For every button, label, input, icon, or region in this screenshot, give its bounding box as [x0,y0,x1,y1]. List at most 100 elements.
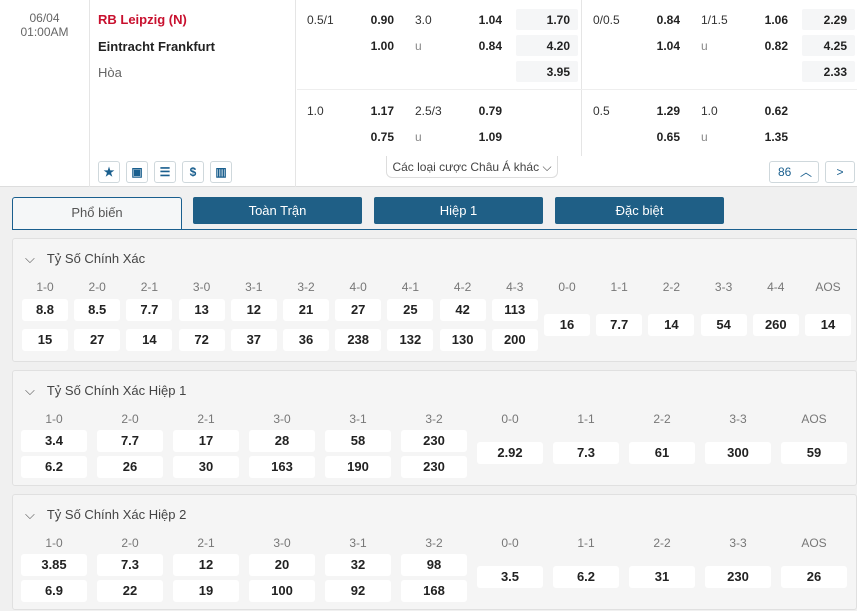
odds-cell[interactable]: 0/0.5 0.84 [585,9,688,30]
odds-cell[interactable]: 1/1.5 1.06 [693,9,796,30]
odds-cell[interactable]: 1.0 0.62 [693,100,796,121]
odds-cell[interactable]: 200 [491,329,538,351]
odds-cell[interactable]: 6.9 [21,580,87,602]
odds-cell[interactable]: 2.5/3 0.79 [407,100,510,121]
odds-cell[interactable]: 3.0 1.04 [407,9,510,30]
tab-first-half[interactable]: Hiệp 1 [374,197,543,224]
lineup-icon[interactable]: ☰ [154,161,176,183]
odds-cell[interactable]: 3.85 [21,554,87,576]
odds-cell[interactable]: u 1.35 [693,126,796,147]
odds-cell[interactable]: 0.65 [585,126,688,147]
odds-cell[interactable]: 13 [178,299,225,321]
home-team[interactable]: RB Leipzig (N) [98,12,187,27]
odds-cell[interactable]: 7.3 [553,442,619,464]
odds-cell[interactable]: 14 [648,314,695,336]
odds-cell[interactable]: 30 [173,456,239,478]
odds-cell[interactable]: 4.20 [516,35,578,56]
tab-popular[interactable]: Phổ biến [12,197,182,230]
odds-cell[interactable]: 3.4 [21,430,87,452]
odds-cell[interactable]: 190 [325,456,391,478]
odds-cell[interactable]: 98 [401,554,467,576]
stats-icon[interactable]: ▥ [210,161,232,183]
away-team[interactable]: Eintracht Frankfurt [98,39,215,54]
odds-cell[interactable]: 7.7 [596,314,643,336]
odds-cell[interactable]: 27 [74,329,121,351]
section-title[interactable]: ⌵ Tỷ Số Chính Xác Hiệp 2 [25,507,186,523]
odds-cell[interactable]: 31 [629,566,695,588]
odds-cell[interactable]: 12 [173,554,239,576]
odds-cell[interactable]: 2.92 [477,442,543,464]
section-title[interactable]: ⌵ Tỷ Số Chính Xác [25,251,145,267]
odds-cell[interactable]: 0.5/1 0.90 [299,9,402,30]
odds-cell[interactable]: 21 [283,299,329,321]
odds-cell[interactable]: 8.8 [22,299,68,321]
odds-cell[interactable]: 0.75 [299,126,402,147]
odds-cell[interactable]: 32 [325,554,391,576]
odds-cell[interactable]: 72 [178,329,225,351]
odds-cell[interactable]: 238 [335,329,382,351]
odds-cell[interactable]: 1.0 1.17 [299,100,402,121]
odds-cell[interactable]: 130 [439,329,486,351]
odds-cell[interactable]: 1.70 [516,9,578,30]
odds-cell[interactable]: 100 [249,580,315,602]
match-tools: ★ ▣ ☰ $ ▥ [98,161,232,183]
odds-cell[interactable]: 7.3 [97,554,163,576]
odds-cell[interactable]: 2.33 [802,61,855,82]
odds-cell[interactable]: 17 [173,430,239,452]
odds-cell[interactable]: 61 [629,442,695,464]
odds-cell[interactable]: 113 [491,299,538,321]
odds-cell[interactable]: 132 [387,329,434,351]
odds-cell[interactable]: 54 [700,314,747,336]
odds-cell[interactable]: 59 [781,442,847,464]
chevron-right-icon[interactable]: > [825,161,855,183]
odds-cell[interactable]: 7.7 [126,299,173,321]
odds-cell[interactable]: 26 [781,566,847,588]
odds-cell[interactable]: 15 [22,329,68,351]
odds-cell[interactable]: 3.95 [516,61,578,82]
odds-cell[interactable]: 0.5 1.29 [585,100,688,121]
stadium-icon[interactable]: ▣ [126,161,148,183]
odds-cell[interactable]: 1.04 [585,35,688,56]
odds-cell[interactable]: 163 [249,456,315,478]
odds-cell[interactable]: 260 [752,314,799,336]
tab-full-match[interactable]: Toàn Trận [193,197,362,224]
odds-cell[interactable]: u 0.82 [693,35,796,56]
more-markets-count[interactable]: 86 ︿ [769,161,819,183]
odds-cell[interactable]: 168 [401,580,467,602]
odds-cell[interactable]: 230 [401,430,467,452]
odds-cell[interactable]: 230 [705,566,771,588]
odds-cell[interactable]: 37 [230,329,277,351]
odds-cell[interactable]: 14 [126,329,173,351]
odds-cell[interactable]: 230 [401,456,467,478]
odds-cell[interactable]: 7.7 [97,430,163,452]
odds-cell[interactable]: 26 [97,456,163,478]
odds-cell[interactable]: 16 [544,314,590,336]
odds-cell[interactable]: 4.25 [802,35,855,56]
odds-cell[interactable]: 3.5 [477,566,543,588]
odds-cell[interactable]: 6.2 [21,456,87,478]
odds-cell[interactable]: 36 [283,329,329,351]
odds-cell[interactable]: 2.29 [802,9,855,30]
star-icon[interactable]: ★ [98,161,120,183]
odds-cell[interactable]: 20 [249,554,315,576]
odds-cell[interactable]: 22 [97,580,163,602]
odds-cell[interactable]: 6.2 [553,566,619,588]
more-asian-odds-button[interactable]: Các loại cược Châu Á khác ⌵ [386,156,558,178]
odds-cell[interactable]: 12 [230,299,277,321]
odds-cell[interactable]: 8.5 [74,299,121,321]
odds-cell[interactable]: u 0.84 [407,35,510,56]
odds-cell[interactable]: 300 [705,442,771,464]
odds-cell[interactable]: u 1.09 [407,126,510,147]
odds-cell[interactable]: 19 [173,580,239,602]
odds-cell[interactable]: 27 [335,299,382,321]
odds-cell[interactable]: 58 [325,430,391,452]
odds-cell[interactable]: 25 [387,299,434,321]
odds-cell[interactable]: 1.00 [299,35,402,56]
odds-cell[interactable]: 92 [325,580,391,602]
odds-cell[interactable]: 14 [805,314,851,336]
tab-special[interactable]: Đặc biệt [555,197,724,224]
odds-cell[interactable]: 28 [249,430,315,452]
section-title[interactable]: ⌵ Tỷ Số Chính Xác Hiệp 1 [25,383,186,399]
dollar-icon[interactable]: $ [182,161,204,183]
odds-cell[interactable]: 42 [439,299,486,321]
